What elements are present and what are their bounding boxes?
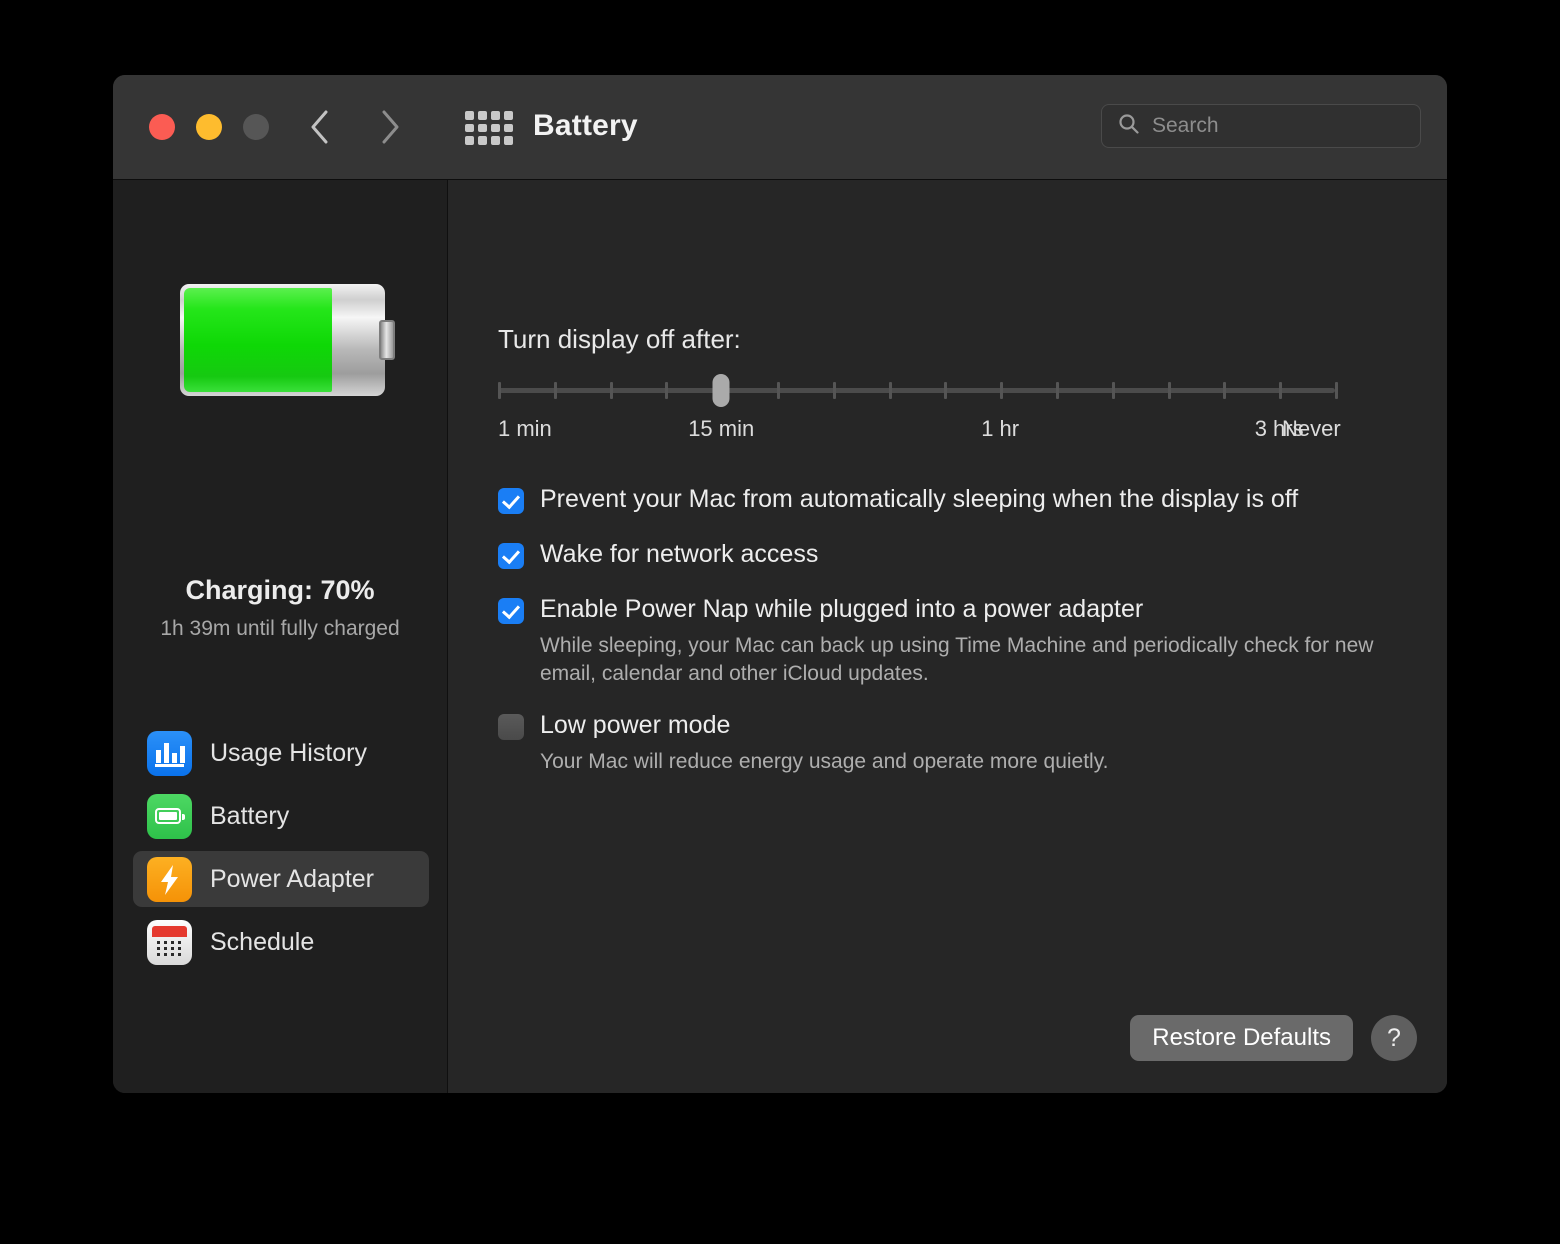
window-body: Charging: 70% 1h 39m until fully charged… [113,180,1447,1093]
traffic-lights [149,114,269,140]
calendar-icon [147,919,192,965]
bar-chart-icon [147,730,192,776]
slider-tick [1335,382,1338,399]
slider-tick-label: 1 min [498,416,552,441]
restore-defaults-button[interactable]: Restore Defaults [1130,1015,1353,1061]
slider-tick [1223,382,1227,399]
footer-actions: Restore Defaults ? [1130,1015,1417,1061]
slider-tick [498,382,501,399]
option-prevent-sleep[interactable]: Prevent your Mac from automatically slee… [498,485,1398,514]
slider-thumb[interactable] [712,374,730,407]
checkbox[interactable] [498,598,524,624]
slider-tick [609,382,613,399]
system-preferences-window: Battery Search Charging: 70% 1h 39m unti… [113,75,1447,1093]
option-power-nap[interactable]: Enable Power Nap while plugged into a po… [498,595,1398,624]
slider-tick [777,382,780,399]
checkbox[interactable] [498,543,524,569]
search-input[interactable]: Search [1101,104,1421,148]
option-label: Wake for network access [540,540,819,568]
options-list: Prevent your Mac from automatically slee… [498,485,1398,776]
forward-chevron-icon[interactable] [378,108,402,146]
battery-terminal [379,320,395,360]
sidebar-item-battery[interactable]: Battery [133,788,429,844]
battery-illustration [180,284,395,396]
bolt-icon [147,856,192,902]
battery-time-remaining: 1h 39m until fully charged [160,617,400,640]
slider-tick-labels: 1 min 15 min 1 hr 3 hrs Never [498,416,1403,442]
option-power-nap-description: While sleeping, your Mac can back up usi… [540,634,1374,685]
option-label: Enable Power Nap while plugged into a po… [540,595,1144,623]
title-bar: Battery Search [113,75,1447,180]
page-title: Battery [533,109,638,142]
search-placeholder: Search [1152,114,1219,137]
checkbox[interactable] [498,488,524,514]
sidebar-item-label: Power Adapter [210,864,374,893]
slider-tick [832,382,836,399]
option-label: Low power mode [540,711,731,740]
slider-tick [888,382,892,399]
option-label: Prevent your Mac from automatically slee… [540,485,1299,513]
search-icon [1118,113,1140,140]
slider-tick-label: 1 hr [981,416,1020,441]
help-button[interactable]: ? [1371,1015,1417,1061]
sidebar-item-usage-history[interactable]: Usage History [133,725,429,781]
slider-tick [1111,382,1115,399]
sidebar-nav: Usage History Battery Power Adapter Sche… [133,725,429,977]
battery-status-text: Charging: 70% [185,575,375,605]
slider-tick [665,382,669,399]
option-wake-for-network[interactable]: Wake for network access [498,540,1398,569]
option-low-power-mode[interactable]: Low power mode [498,711,1398,741]
battery-icon [147,793,192,839]
slider-tick [1279,382,1283,399]
close-button[interactable] [149,114,175,140]
slider-tick [553,382,557,399]
slider-tick [1056,382,1059,399]
sidebar-item-label: Schedule [210,927,315,956]
slider-track [498,388,1335,393]
back-chevron-icon[interactable] [308,108,332,146]
slider-tick [944,382,948,399]
history-navigation [308,108,402,146]
minimize-button[interactable] [196,114,222,140]
sidebar-item-label: Usage History [210,738,367,767]
sidebar: Charging: 70% 1h 39m until fully charged… [113,180,448,1093]
show-all-grid-icon[interactable] [465,111,513,145]
sidebar-item-power-adapter[interactable]: Power Adapter [133,851,429,907]
checkbox[interactable] [498,714,524,741]
slider-tick [1167,382,1171,399]
slider-label: Turn display off after: [498,324,741,354]
slider-tick-label: Never [1282,416,1341,441]
slider-tick-label: 15 min [688,416,755,441]
option-low-power-mode-description: Your Mac will reduce energy usage and op… [540,750,1109,774]
zoom-button [243,114,269,140]
sidebar-item-label: Battery [210,801,290,830]
display-sleep-slider[interactable] [498,374,1338,407]
sidebar-item-schedule[interactable]: Schedule [133,914,429,970]
content-pane: Turn display off after: 1 min 15 min 1 hr 3… [448,180,1447,1093]
slider-tick [1000,382,1004,399]
